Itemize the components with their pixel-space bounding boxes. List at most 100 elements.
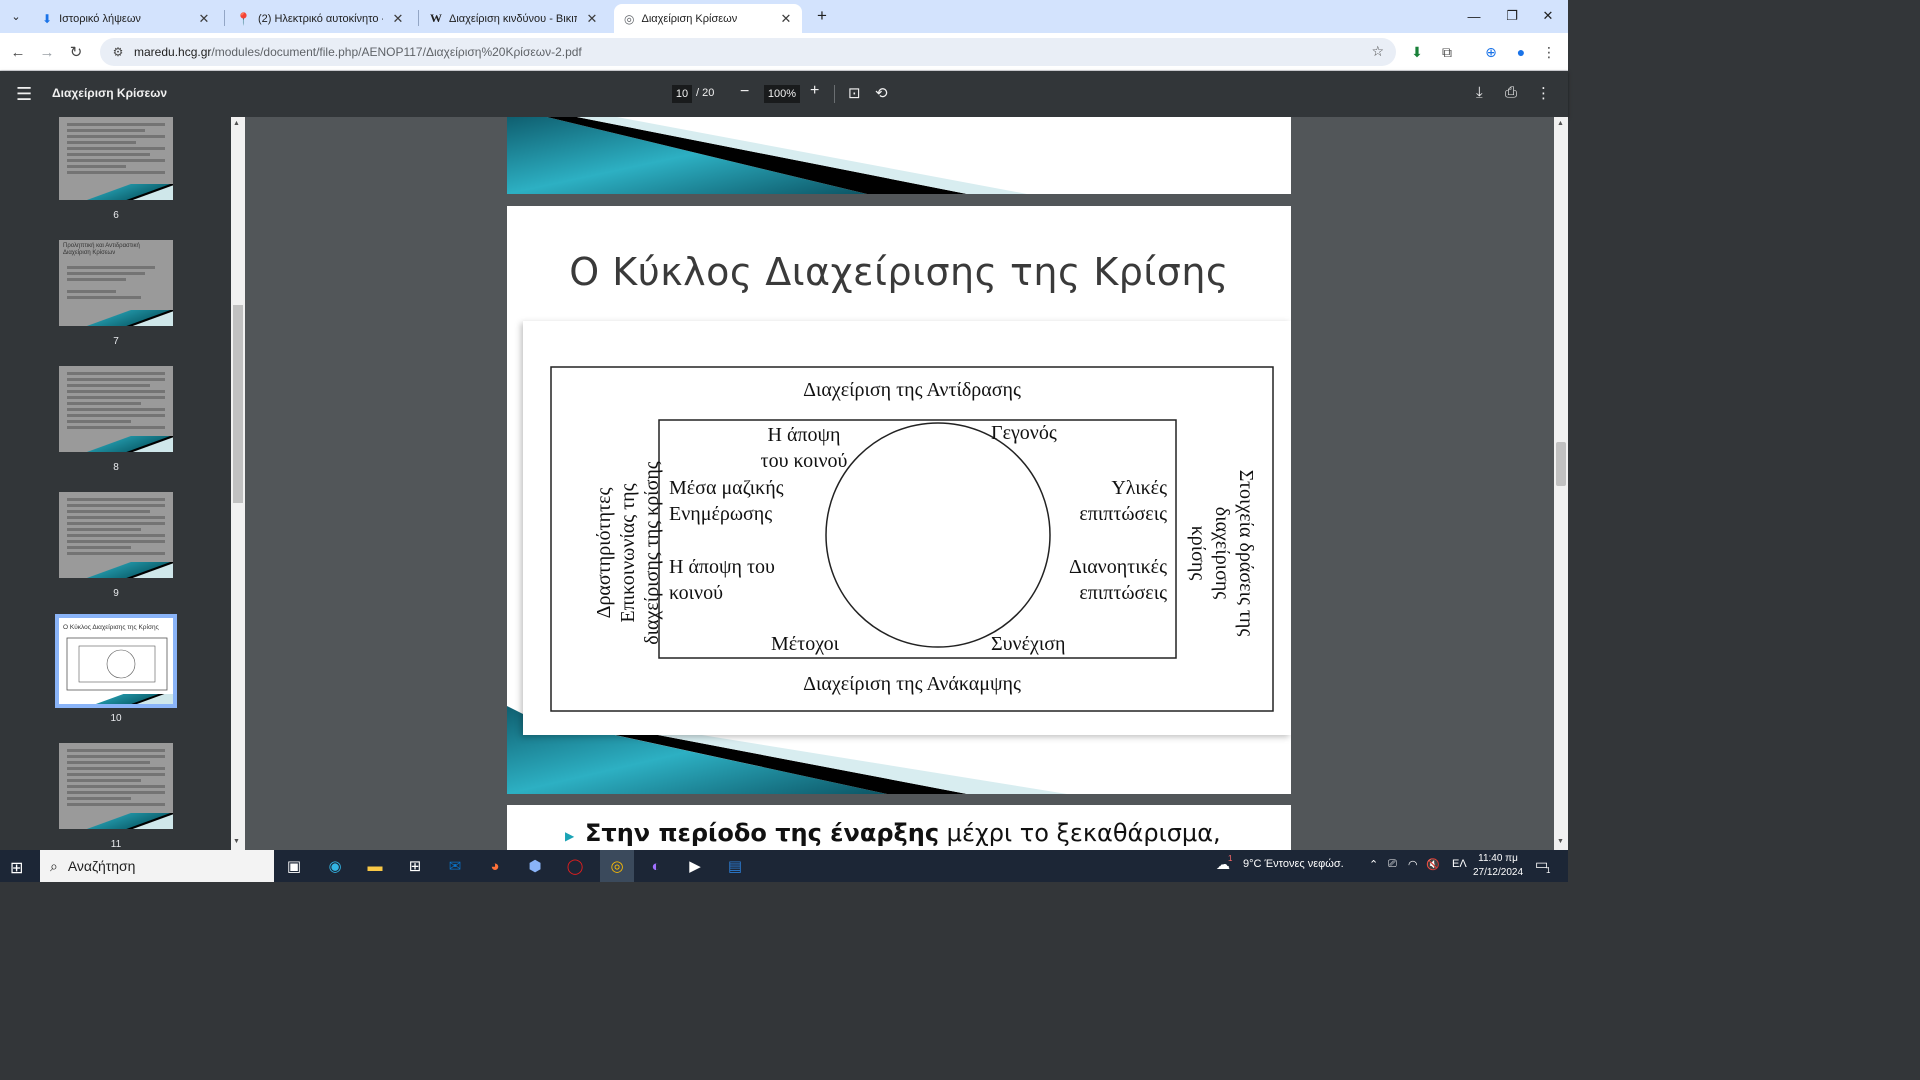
thumbnail-page-8[interactable] (59, 366, 173, 452)
firefox-icon[interactable]: ◕ (484, 856, 506, 876)
file-explorer-icon[interactable]: ▬ (364, 856, 386, 876)
thumbnail-text-lines (67, 372, 165, 432)
extensions-icon[interactable]: ⧉ (1436, 41, 1458, 63)
restore-button[interactable]: ❐ (1492, 4, 1532, 28)
tab-downloads[interactable]: ⬇ Ιστορικό λήψεων ✕ (32, 4, 220, 33)
slide-decoration (507, 117, 1027, 194)
thumbnail-number: 9 (113, 588, 119, 599)
chrome-icon[interactable]: ◎ (606, 856, 628, 876)
weather-text[interactable]: 9°C Έντονες νεφώσ. (1243, 858, 1344, 870)
fit-page-icon[interactable]: ⊡ (848, 84, 861, 102)
forward-button[interactable]: → (35, 40, 59, 64)
label-line: επιπτώσεις (1079, 582, 1167, 604)
volume-muted-icon[interactable]: 🔇 (1426, 858, 1440, 871)
language-indicator[interactable]: ΕΛ (1452, 858, 1467, 870)
zoom-in-icon[interactable]: + (810, 82, 819, 100)
thumbnail-decoration (59, 184, 173, 200)
bullet-arrow-icon: ▶ (565, 829, 575, 843)
address-bar[interactable]: ⚙ maredu.hcg.gr/modules/document/file.ph… (100, 38, 1396, 66)
tab-search-button[interactable]: ⌄ (6, 6, 26, 26)
tab-divider (224, 10, 225, 26)
minimize-button[interactable]: — (1454, 4, 1494, 28)
pdf-title: Διαχείριση Κρίσεων (52, 86, 168, 100)
reload-button[interactable]: ↻ (64, 40, 88, 64)
profile-icon[interactable]: ● (1510, 41, 1532, 63)
scroll-up-icon[interactable]: ▲ (1557, 120, 1564, 127)
close-window-button[interactable]: ✕ (1528, 4, 1568, 28)
scroll-down-icon[interactable]: ▼ (1557, 838, 1564, 845)
thumbnail-title: Προληπτική και Αντιδραστική Διαχείριση Κ… (63, 243, 140, 256)
bookmark-star-icon[interactable]: ☆ (1371, 43, 1384, 60)
zoom-input[interactable]: 100% (764, 85, 800, 103)
task-view-icon[interactable]: ▣ (283, 856, 305, 876)
downloads-bubble-icon[interactable]: ⊕ (1480, 41, 1502, 63)
thumbnail-number: 8 (113, 462, 119, 473)
thumbnail-text-lines (67, 123, 165, 177)
chevron-up-icon[interactable]: ⌃ (1369, 858, 1378, 871)
messenger-icon[interactable]: ◐ (645, 856, 667, 876)
hamburger-menu-icon[interactable]: ☰ (16, 84, 32, 105)
close-icon[interactable]: ✕ (390, 11, 406, 27)
thumbnail-number: 7 (113, 336, 119, 347)
thumbnail-page-11[interactable] (59, 743, 173, 829)
back-button[interactable]: ← (6, 40, 30, 64)
label-line: Υλικές (1111, 477, 1167, 499)
close-icon[interactable]: ✕ (778, 11, 794, 27)
weather-badge: 1 (1228, 854, 1233, 863)
left-label-line: διαχείρισης της κρίσης (641, 461, 663, 645)
new-tab-button[interactable]: + (812, 6, 832, 26)
meet-now-icon[interactable]: ⎚ (1388, 858, 1397, 871)
outlook-icon[interactable]: ✉ (444, 856, 466, 876)
url-text[interactable]: maredu.hcg.gr/modules/document/file.php/… (134, 45, 582, 59)
thumbnail-text-lines (67, 266, 165, 302)
sidebar-scrollbar-thumb[interactable] (233, 305, 243, 503)
scroll-down-icon[interactable]: ▼ (233, 838, 240, 845)
left-label-line: Δραστηριότητες (593, 487, 615, 619)
thumbnail-diagram (66, 637, 168, 691)
store-icon[interactable]: ⊞ (404, 856, 426, 876)
tab-wikipedia[interactable]: W Διαχείριση κινδύνου - Βικιπαίδ ✕ (420, 4, 608, 33)
site-info-icon[interactable]: ⚙ (108, 45, 128, 59)
next-page-text: Στην περίοδο της έναρξης μέχρι το ξεκαθά… (585, 819, 1221, 847)
recovery-management-label: Διαχείριση της Ανάκαμψης (803, 673, 1021, 695)
thumbnail-number: 10 (110, 713, 122, 724)
thumbnail-decoration (59, 694, 173, 704)
download-icon[interactable]: ⤓ (1476, 84, 1483, 101)
zoom-out-icon[interactable]: − (740, 83, 749, 101)
toolbar-divider (834, 85, 835, 103)
page-number-input[interactable]: 10 (672, 85, 692, 103)
document-scrollbar-thumb[interactable] (1556, 442, 1566, 486)
close-icon[interactable]: ✕ (196, 11, 212, 27)
edge-icon[interactable]: ◉ (324, 856, 346, 876)
windows-start-icon[interactable]: ⊞ (10, 858, 23, 878)
wifi-icon[interactable]: ◠ (1408, 858, 1418, 871)
notification-count: 1 (1546, 866, 1551, 875)
tab-electric-car[interactable]: 📍 (2) Ηλεκτρικό αυτοκίνητο - Ρα ✕ (226, 4, 414, 33)
thumbnail-page-7[interactable]: Προληπτική και Αντιδραστική Διαχείριση Κ… (59, 240, 173, 326)
app-icon[interactable]: ⬢ (524, 856, 546, 876)
label-line: Η άποψη του (669, 556, 775, 578)
tab-crisis-management[interactable]: ◎ Διαχείριση Κρίσεων ✕ (614, 4, 802, 33)
crisis-actions-label: Στοιχεία δράσεις της διαχείρισης κρίσης (1186, 438, 1258, 668)
system-clock[interactable]: 11:40 πμ 27/12/2024 (1470, 852, 1526, 880)
thumbnail-page-10[interactable]: Ο Κύκλος Διαχείρισης της Κρίσης (55, 614, 177, 708)
event-label: Γεγονός (991, 422, 1057, 444)
print-icon[interactable]: ⎙ (1505, 84, 1517, 101)
download-arrow-icon[interactable]: ⬇ (1406, 41, 1428, 63)
close-icon[interactable]: ✕ (584, 11, 600, 27)
url-path: /modules/document/file.php/AENOP117/Διαχ… (211, 45, 582, 59)
thumbnail-page-6[interactable] (59, 117, 173, 200)
thumbnail-page-9[interactable] (59, 492, 173, 578)
arrow-left-icon: ← (10, 43, 26, 61)
media-player-icon[interactable]: ▶ (684, 856, 706, 876)
ccleaner-icon[interactable]: ◯ (564, 856, 586, 876)
public-opinion-label-2: Η άποψη του κοινού (669, 554, 775, 606)
more-menu-icon[interactable]: ⋮ (1538, 41, 1560, 63)
more-options-icon[interactable]: ⋮ (1536, 84, 1551, 102)
rotate-icon[interactable]: ⟲ (875, 84, 888, 102)
scroll-up-icon[interactable]: ▲ (233, 120, 240, 127)
taskbar-search-box[interactable]: ⌕ Αναζήτηση (40, 850, 274, 882)
tab-title: Διαχείριση κινδύνου - Βικιπαίδ (449, 12, 577, 25)
word-icon[interactable]: ▤ (724, 856, 746, 876)
right-label-line: Στοιχεία δράσεις της (1235, 469, 1257, 637)
